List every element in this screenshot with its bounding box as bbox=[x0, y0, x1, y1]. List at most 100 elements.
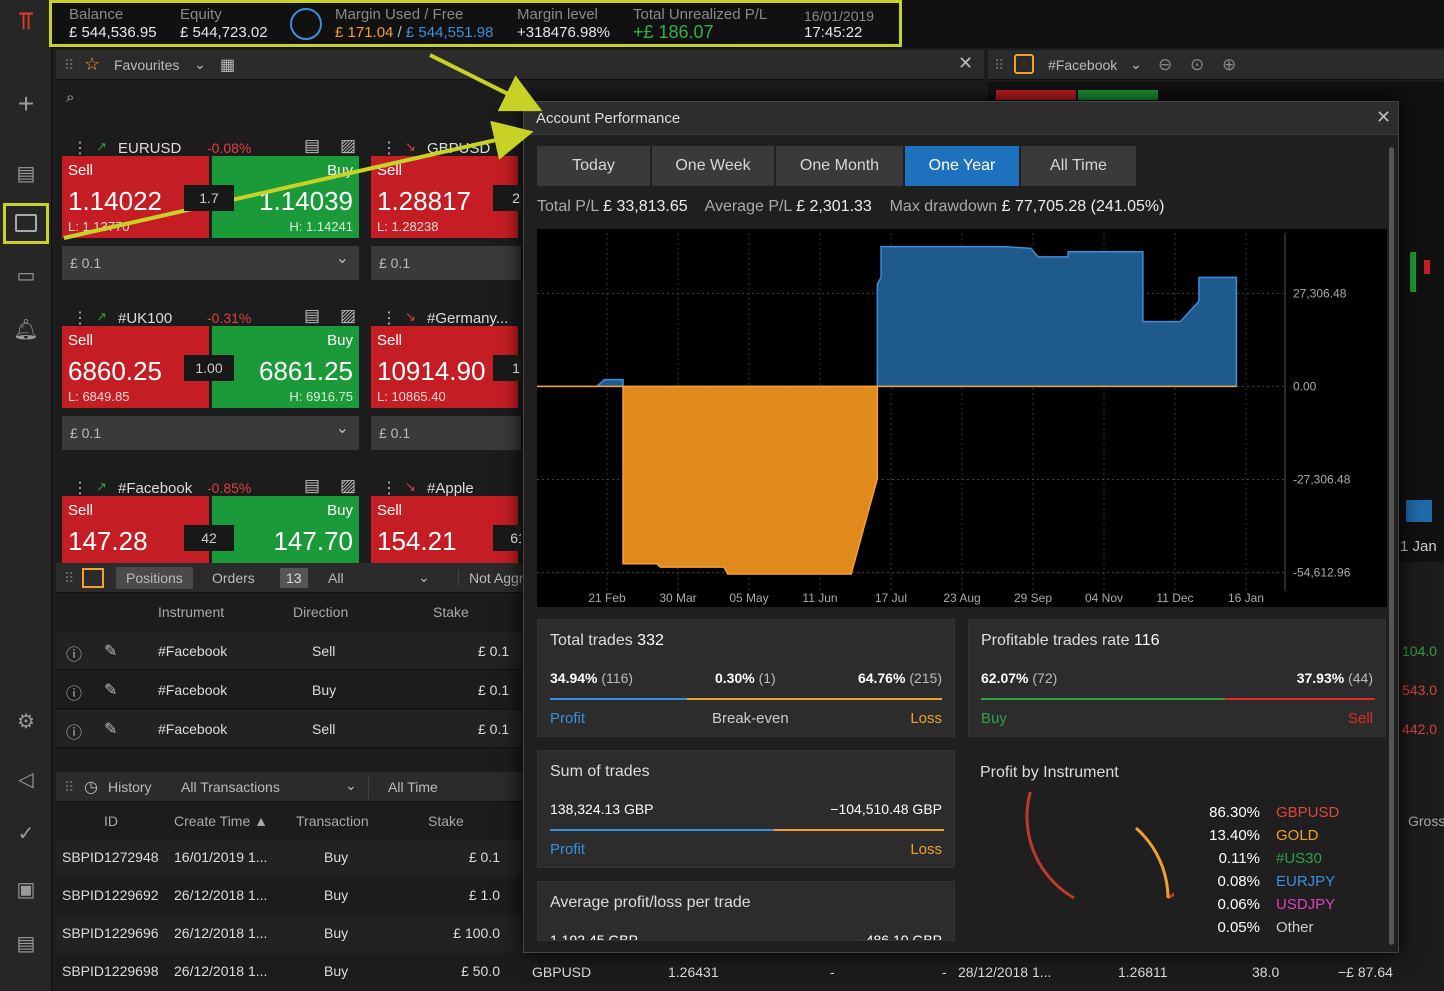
sell-share: 37.93% (44) bbox=[1297, 670, 1373, 686]
edit-icon[interactable]: ✎ bbox=[104, 680, 117, 700]
tab-one-year[interactable]: One Year bbox=[905, 146, 1019, 186]
table-row[interactable]: SBPID1229698 26/12/2018 1... Buy £ 50.0 bbox=[56, 954, 526, 991]
table-row[interactable]: SBPID1272948 16/01/2019 1... Buy £ 0.1 bbox=[56, 840, 526, 877]
chevron-down-icon[interactable]: ⌄ bbox=[194, 56, 206, 73]
transaction-filter[interactable]: All Transactions ⌄ bbox=[173, 775, 369, 799]
tile-menu-icon[interactable]: ⋮ bbox=[72, 138, 88, 158]
col-instrument[interactable]: Instrument bbox=[158, 604, 224, 620]
chart-icon[interactable]: ▨ bbox=[340, 306, 356, 326]
info-icon[interactable]: ⓘ bbox=[66, 719, 82, 743]
position-instrument: #Facebook bbox=[158, 721, 228, 737]
instrument-tile[interactable]: ⋮ ↗ EURUSD -0.08% ▤ ▨ Sell 1.14022 L: 1.13770 Buy… bbox=[62, 130, 362, 290]
tile-menu-icon[interactable]: ⋮ bbox=[381, 138, 397, 158]
tab-all-time[interactable]: All Time bbox=[1021, 146, 1136, 186]
stake-select[interactable]: £ 0.1⌄ bbox=[371, 416, 521, 450]
add-icon[interactable]: + bbox=[12, 90, 40, 118]
table-row[interactable]: SBPID1229696 26/12/2018 1... Buy £ 100.0 bbox=[56, 916, 526, 953]
buy-pct: 62.07% bbox=[981, 670, 1029, 686]
tab-positions[interactable]: Positions bbox=[116, 567, 193, 589]
instrument-tile[interactable]: ⋮ ↘ GBPUSD Sell 1.28817 L: 1.28238 2. £ 0.1⌄ bbox=[371, 130, 521, 290]
position-direction: Buy bbox=[312, 682, 337, 698]
history-transaction: Buy bbox=[324, 925, 349, 941]
orders-count-badge: 13 bbox=[280, 568, 308, 588]
favourites-title[interactable]: Favourites bbox=[114, 57, 179, 73]
stake-select[interactable]: £ 0.1⌄ bbox=[62, 416, 359, 450]
chevron-down-icon[interactable]: ⌄ bbox=[1130, 56, 1142, 73]
instrument-tile[interactable]: ⋮ ↗ #UK100 -0.31% ▤ ▨ Sell 6860.25 L: 6849.85 Buy… bbox=[62, 300, 362, 460]
tab-one-month[interactable]: One Month bbox=[776, 146, 903, 186]
history-id: SBPID1272948 bbox=[62, 849, 159, 865]
signal-icon[interactable]: ✓ bbox=[12, 820, 40, 848]
new-order-icon[interactable]: ▤ bbox=[12, 160, 40, 188]
drag-handle-icon[interactable]: ⠿ bbox=[64, 57, 74, 74]
stake-value: £ 0.1 bbox=[379, 425, 411, 441]
tab-orders[interactable]: Orders bbox=[212, 570, 255, 586]
drag-handle-icon[interactable]: ⠿ bbox=[994, 57, 1004, 74]
info-icon[interactable]: ⓘ bbox=[66, 641, 82, 665]
tab-one-week[interactable]: One Week bbox=[652, 146, 774, 186]
buy-button[interactable]: Buy 6861.25 H: 6916.75 bbox=[212, 326, 359, 408]
sell-bar bbox=[1225, 698, 1375, 700]
chevron-down-icon[interactable]: ⌄ bbox=[418, 569, 430, 586]
chat-icon[interactable]: ▣ bbox=[12, 876, 40, 904]
tab-today[interactable]: Today bbox=[537, 146, 650, 186]
order-ticket-icon[interactable]: ▤ bbox=[304, 136, 320, 156]
col-id[interactable]: ID bbox=[104, 813, 118, 829]
instrument-name: EURJPY bbox=[1276, 873, 1336, 890]
bell-icon[interactable]: 🔔︎ bbox=[12, 316, 40, 344]
col-direction[interactable]: Direction bbox=[293, 604, 348, 620]
tile-menu-icon[interactable]: ⋮ bbox=[381, 308, 397, 328]
instrument-tile[interactable]: ⋮ ↘ #Germany... Sell 10914.90 L: 10865.40 1. £ … bbox=[371, 300, 521, 460]
order-ticket-icon[interactable]: ▤ bbox=[304, 476, 320, 496]
x-tick-label: 30 Mar bbox=[659, 591, 696, 605]
col-stake[interactable]: Stake bbox=[433, 604, 469, 620]
instrument-pct: 0.05% bbox=[1217, 919, 1260, 936]
gear-icon[interactable]: ⚙ bbox=[12, 708, 40, 736]
buy-button[interactable]: Buy 1.14039 H: 1.14241 bbox=[212, 156, 359, 238]
loss-share: 64.76% (215) bbox=[858, 670, 942, 686]
time-value: 17:45:22 bbox=[804, 24, 863, 41]
close-icon[interactable]: ✕ bbox=[958, 53, 973, 74]
wallet-icon[interactable]: ▭ bbox=[12, 262, 40, 290]
col-create-time[interactable]: Create Time ▲ bbox=[174, 813, 268, 829]
stake-select[interactable]: £ 0.1⌄ bbox=[62, 246, 359, 280]
y-tick-label: 0.00 bbox=[1293, 379, 1317, 393]
chart-symbol[interactable]: #Facebook bbox=[1048, 57, 1117, 73]
table-row[interactable]: ⓘ ✎ #Facebook Buy £ 0.1 bbox=[56, 671, 526, 709]
account-performance-button[interactable] bbox=[3, 203, 49, 244]
history-tp: - bbox=[942, 964, 947, 980]
news-icon[interactable]: ▤ bbox=[12, 930, 40, 958]
zoom-in-icon[interactable]: ⊕ bbox=[1222, 55, 1236, 75]
order-ticket-icon[interactable]: ▤ bbox=[304, 306, 320, 326]
tile-menu-icon[interactable]: ⋮ bbox=[72, 308, 88, 328]
buy-price: 6861.25 bbox=[259, 356, 353, 386]
history-close-time: 28/12/2018 1... bbox=[958, 964, 1052, 980]
drag-handle-icon[interactable]: ⠿ bbox=[64, 570, 74, 587]
stake-select[interactable]: £ 0.1⌄ bbox=[371, 246, 521, 280]
table-row[interactable]: ⓘ ✎ #Facebook Sell £ 0.1 bbox=[56, 710, 526, 748]
zoom-out-icon[interactable]: ⊖ bbox=[1158, 55, 1172, 75]
drag-handle-icon[interactable]: ⠿ bbox=[64, 779, 74, 796]
close-icon[interactable]: ✕ bbox=[1376, 107, 1391, 128]
tile-menu-icon[interactable]: ⋮ bbox=[381, 478, 397, 498]
col-transaction[interactable]: Transaction bbox=[296, 813, 369, 829]
table-row[interactable]: SBPID1229692 26/12/2018 1... Buy £ 1.0 bbox=[56, 878, 526, 915]
trend-icon: ↘ bbox=[405, 479, 416, 494]
grid-view-icon[interactable]: ▦ bbox=[220, 55, 235, 75]
dialog-scrollbar[interactable] bbox=[1389, 147, 1394, 945]
crosshair-icon[interactable]: ⊙ bbox=[1190, 55, 1204, 75]
edit-icon[interactable]: ✎ bbox=[104, 719, 117, 739]
positions-filter[interactable]: All bbox=[328, 570, 344, 586]
tile-instrument-name: #Germany... bbox=[427, 310, 509, 327]
tile-menu-icon[interactable]: ⋮ bbox=[72, 478, 88, 498]
chart-icon[interactable]: ▨ bbox=[340, 136, 356, 156]
col-stake[interactable]: Stake bbox=[428, 813, 464, 829]
time-filter[interactable]: All Time bbox=[388, 779, 438, 795]
edit-icon[interactable]: ✎ bbox=[104, 641, 117, 661]
info-icon[interactable]: ⓘ bbox=[66, 680, 82, 704]
aggregation-select[interactable]: Not Aggr bbox=[458, 570, 523, 586]
sound-icon[interactable]: ◁ bbox=[12, 766, 40, 794]
col-gross[interactable]: Gross bbox=[1408, 813, 1444, 829]
chart-icon[interactable]: ▨ bbox=[340, 476, 356, 496]
table-row[interactable]: ⓘ ✎ #Facebook Sell £ 0.1 bbox=[56, 632, 526, 670]
